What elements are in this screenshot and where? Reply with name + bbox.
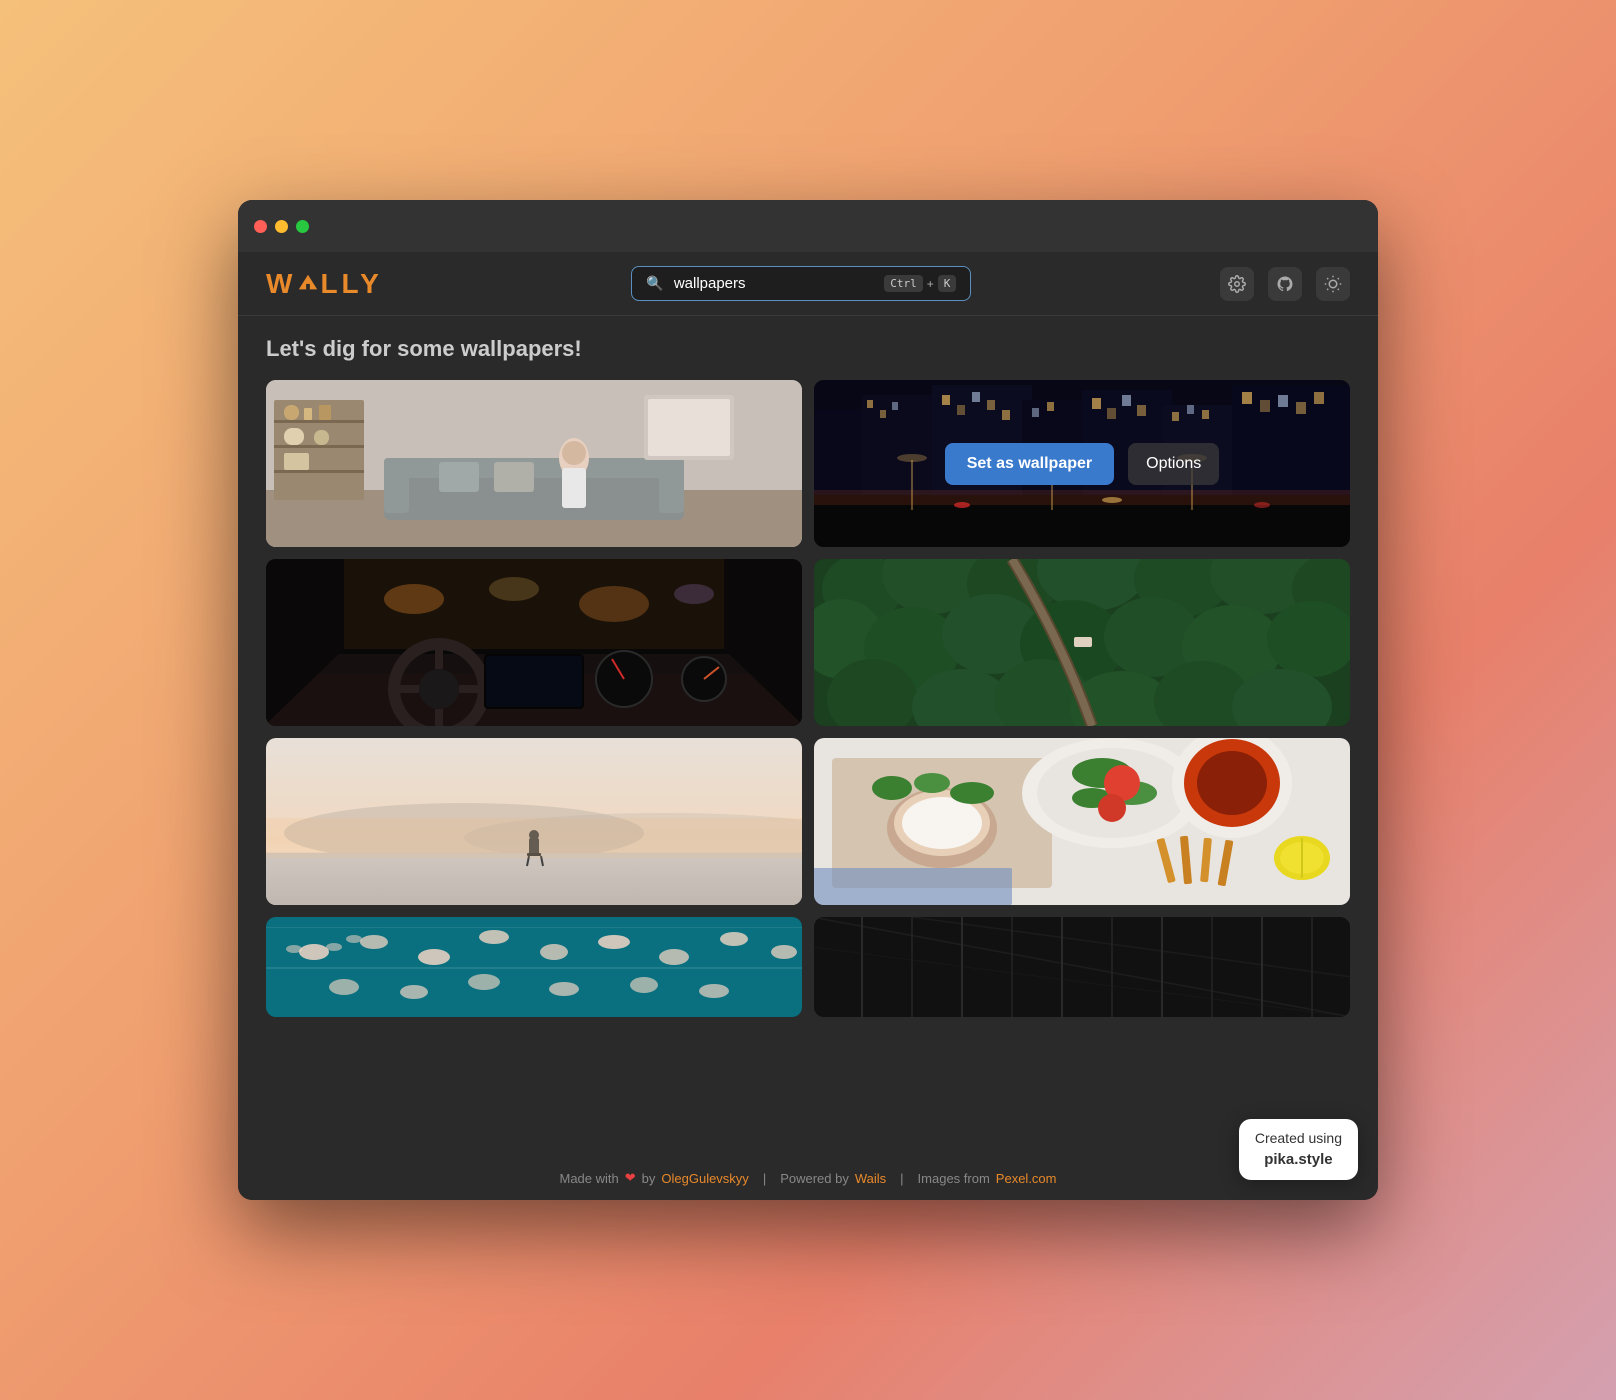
options-button-7[interactable]: Options: [580, 946, 671, 988]
logo-icon: [297, 272, 319, 294]
content-area: Let's dig for some wallpapers!: [238, 316, 1378, 1156]
pexels-link[interactable]: Pexel.com: [996, 1171, 1057, 1186]
by-text: by: [642, 1171, 656, 1186]
maximize-button[interactable]: [296, 220, 309, 233]
logo-text-lly: LLY: [320, 268, 382, 300]
k-key: K: [938, 275, 957, 292]
set-wallpaper-button-7[interactable]: Set as wallpaper: [397, 946, 566, 988]
set-wallpaper-button-3[interactable]: Set as wallpaper: [397, 622, 566, 664]
author-link[interactable]: OlegGulevskyy: [661, 1171, 748, 1186]
options-button-8[interactable]: Options: [1128, 946, 1219, 988]
separator-2: |: [900, 1171, 903, 1186]
footer: Made with ❤ by OlegGulevskyy | Powered b…: [238, 1156, 1378, 1200]
keyboard-shortcut: Ctrl + K: [884, 275, 956, 292]
wallpaper-grid: Set as wallpaper Options: [266, 380, 1350, 1156]
github-button[interactable]: [1268, 267, 1302, 301]
header: W LLY 🔍 Ctrl + K: [238, 252, 1378, 316]
options-button-2[interactable]: Options: [1128, 443, 1219, 485]
options-button-6[interactable]: Options: [1128, 801, 1219, 843]
wallpaper-card-4[interactable]: Set as wallpaper Options: [814, 559, 1350, 726]
made-with-text: Made with: [560, 1171, 619, 1186]
set-wallpaper-button-6[interactable]: Set as wallpaper: [945, 801, 1114, 843]
heart-icon: ❤: [625, 1170, 636, 1186]
wallpaper-card-6[interactable]: Set as wallpaper Options: [814, 738, 1350, 905]
card-2-overlay: Set as wallpaper Options: [814, 380, 1350, 547]
pika-line2: pika.style: [1264, 1151, 1332, 1168]
set-wallpaper-button-8[interactable]: Set as wallpaper: [945, 946, 1114, 988]
header-actions: [1220, 267, 1350, 301]
set-wallpaper-button-1[interactable]: Set as wallpaper: [397, 443, 566, 485]
plus-sign: +: [927, 277, 934, 291]
app-window: W LLY 🔍 Ctrl + K: [238, 200, 1378, 1200]
settings-button[interactable]: [1220, 267, 1254, 301]
set-wallpaper-button-5[interactable]: Set as wallpaper: [397, 801, 566, 843]
options-button-5[interactable]: Options: [580, 801, 671, 843]
wallpaper-card-5[interactable]: Set as wallpaper Options: [266, 738, 802, 905]
titlebar: [238, 200, 1378, 252]
separator-1: |: [763, 1171, 766, 1186]
logo-text-w: W: [266, 268, 296, 300]
set-wallpaper-button-2[interactable]: Set as wallpaper: [945, 443, 1114, 485]
powered-by-text: Powered by: [780, 1171, 849, 1186]
wallpaper-card-3[interactable]: Set as wallpaper Options: [266, 559, 802, 726]
wallpaper-card-2[interactable]: Set as wallpaper Options: [814, 380, 1350, 547]
page-heading: Let's dig for some wallpapers!: [266, 336, 1350, 362]
options-button-1[interactable]: Options: [580, 443, 671, 485]
wails-link[interactable]: Wails: [855, 1171, 886, 1186]
close-button[interactable]: [254, 220, 267, 233]
wallpaper-card-1[interactable]: Set as wallpaper Options: [266, 380, 802, 547]
set-wallpaper-button-4[interactable]: Set as wallpaper: [945, 622, 1114, 664]
pika-line1: Created using: [1255, 1130, 1342, 1146]
search-icon: 🔍: [646, 275, 663, 292]
search-bar[interactable]: 🔍 Ctrl + K: [631, 266, 971, 301]
options-button-3[interactable]: Options: [580, 622, 671, 664]
minimize-button[interactable]: [275, 220, 288, 233]
ctrl-key: Ctrl: [884, 275, 923, 292]
app-logo: W LLY: [266, 268, 383, 300]
wallpaper-card-7[interactable]: Set as wallpaper Options: [266, 917, 802, 1017]
search-input[interactable]: [674, 275, 874, 292]
theme-toggle-button[interactable]: [1316, 267, 1350, 301]
pika-badge: Created using pika.style: [1239, 1119, 1358, 1180]
wallpaper-card-8[interactable]: Set as wallpaper Options: [814, 917, 1350, 1017]
options-button-4[interactable]: Options: [1128, 622, 1219, 664]
images-from-text: Images from: [918, 1171, 990, 1186]
traffic-lights: [254, 220, 309, 233]
